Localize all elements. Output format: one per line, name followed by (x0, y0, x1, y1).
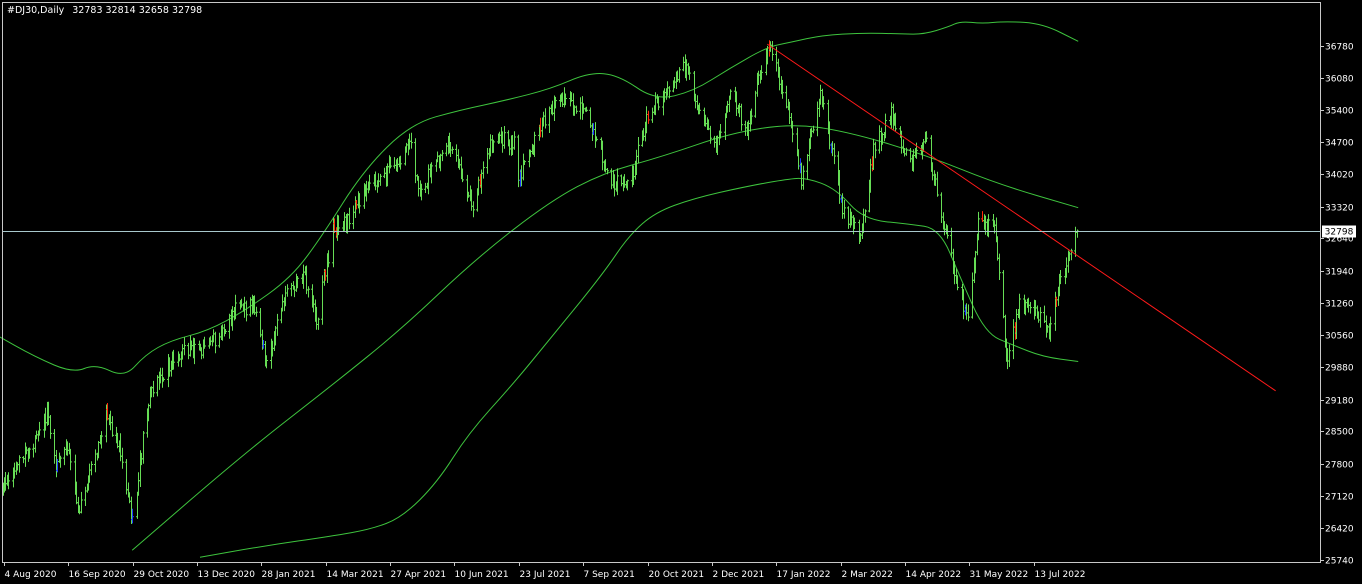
x-tick-label: 7 Sep 2021 (584, 570, 635, 580)
x-tick-label: 2 Mar 2022 (842, 570, 893, 580)
x-tick-label: 14 Apr 2022 (906, 570, 962, 580)
x-tick-label: 13 Dec 2020 (198, 570, 256, 580)
chart-background (0, 0, 1362, 584)
current-price-tag: 32798 (1322, 225, 1356, 238)
current-price-tag-label: 32798 (1325, 228, 1354, 238)
y-tick-label: 34700 (1325, 139, 1354, 149)
symbol-timeframe-label: #DJ30,Daily (7, 5, 65, 16)
y-tick-label: 29180 (1325, 397, 1354, 407)
x-tick-label: 28 Jan 2021 (262, 570, 316, 580)
x-tick-label: 4 Aug 2020 (5, 570, 57, 580)
y-tick-label: 31260 (1325, 300, 1354, 310)
ohlc-values-label: 32783 32814 32658 32798 (72, 5, 202, 16)
x-tick-label: 27 Apr 2021 (391, 570, 447, 580)
price-chart[interactable]: 3678036080354003470034020333203264031940… (0, 0, 1362, 584)
y-tick-label: 31940 (1325, 268, 1354, 278)
x-tick-label: 14 Mar 2021 (327, 570, 384, 580)
y-tick-label: 30560 (1325, 332, 1354, 342)
x-tick-label: 29 Oct 2020 (134, 570, 190, 580)
y-tick-label: 28500 (1325, 428, 1354, 438)
x-tick-label: 23 Jul 2021 (520, 570, 571, 580)
x-tick-label: 31 May 2022 (970, 570, 1029, 580)
x-tick-label: 16 Sep 2020 (69, 570, 126, 580)
y-tick-label: 25740 (1325, 557, 1354, 567)
y-tick-label: 27120 (1325, 493, 1354, 503)
x-tick-label: 10 Jun 2021 (455, 570, 509, 580)
x-tick-label: 20 Oct 2021 (649, 570, 705, 580)
x-tick-label: 13 Jul 2022 (1035, 570, 1086, 580)
x-tick-label: 2 Dec 2021 (713, 570, 765, 580)
y-tick-label: 27800 (1325, 461, 1354, 471)
y-tick-label: 35400 (1325, 107, 1354, 117)
y-tick-label: 29880 (1325, 364, 1354, 374)
y-tick-label: 34020 (1325, 171, 1354, 181)
y-tick-label: 36080 (1325, 75, 1354, 85)
y-tick-label: 26420 (1325, 525, 1354, 535)
x-tick-label: 17 Jan 2022 (777, 570, 831, 580)
y-tick-label: 33320 (1325, 204, 1354, 214)
y-tick-label: 36780 (1325, 43, 1354, 53)
chart-title: #DJ30,Daily 32783 32814 32658 32798 (7, 5, 202, 16)
